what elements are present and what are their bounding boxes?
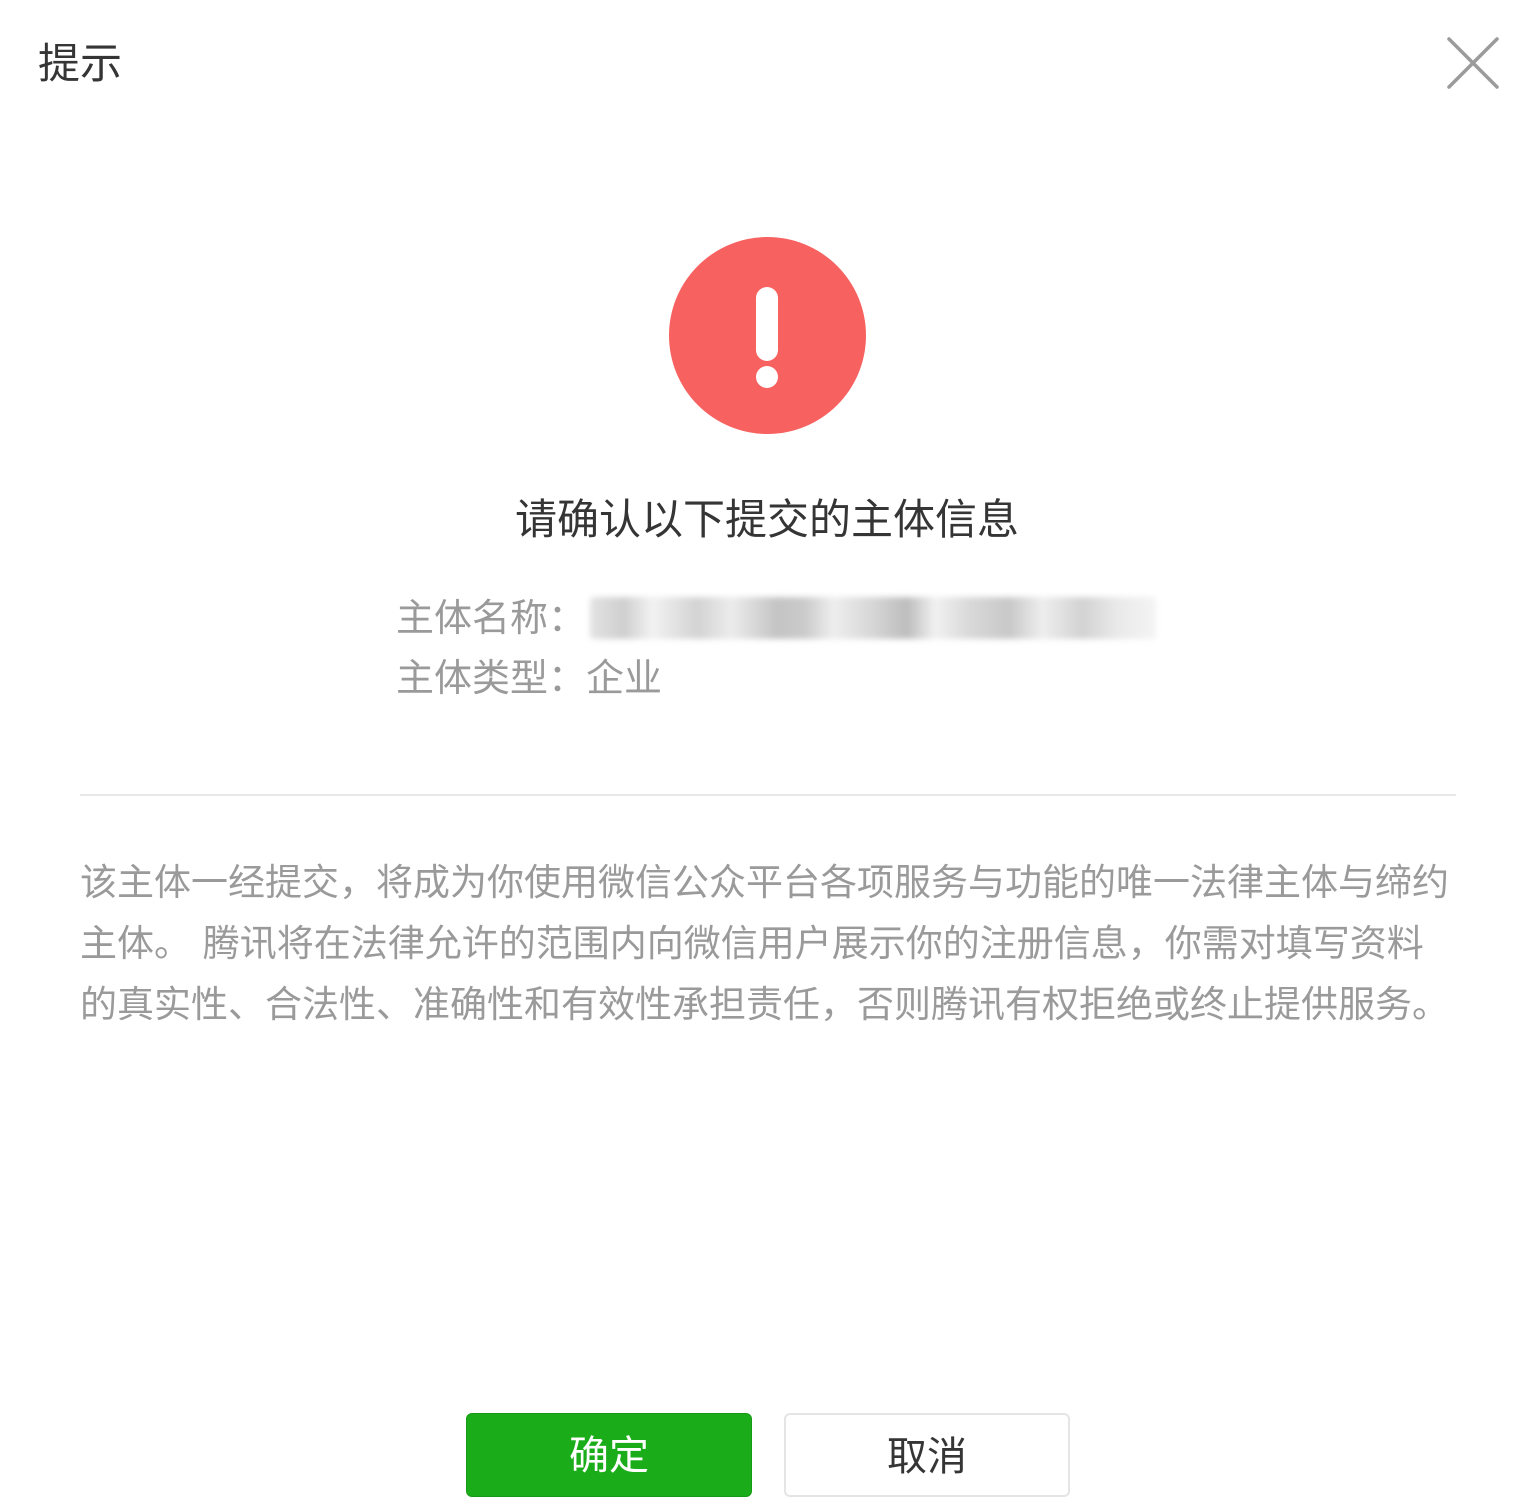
divider <box>80 794 1456 796</box>
entity-info: 主体名称： 主体类型： 企业 <box>396 588 1296 708</box>
entity-type-value: 企业 <box>586 656 663 700</box>
close-icon <box>1447 37 1499 89</box>
entity-type-label: 主体类型： <box>396 656 587 700</box>
entity-name-row: 主体名称： <box>396 588 1296 648</box>
cancel-button[interactable]: 取消 <box>784 1413 1070 1497</box>
entity-type-row: 主体类型： 企业 <box>396 648 1296 708</box>
notice-text: 该主体一经提交，将成为你使用微信公众平台各项服务与功能的唯一法律主体与缔约主体。… <box>80 861 1449 1026</box>
confirm-dialog: 提示 请确认以下提交的主体信息 主体名称： 主体类型： 企业 该主体一经提交，将… <box>0 0 1534 1512</box>
entity-name-label: 主体名称： <box>396 596 587 640</box>
dialog-headline: 请确认以下提交的主体信息 <box>514 495 1019 544</box>
dialog-title: 提示 <box>38 39 123 88</box>
confirm-button[interactable]: 确定 <box>466 1413 752 1497</box>
entity-name-value-redacted <box>590 597 1157 639</box>
exclamation-icon <box>669 237 866 434</box>
close-button[interactable] <box>1444 34 1502 92</box>
